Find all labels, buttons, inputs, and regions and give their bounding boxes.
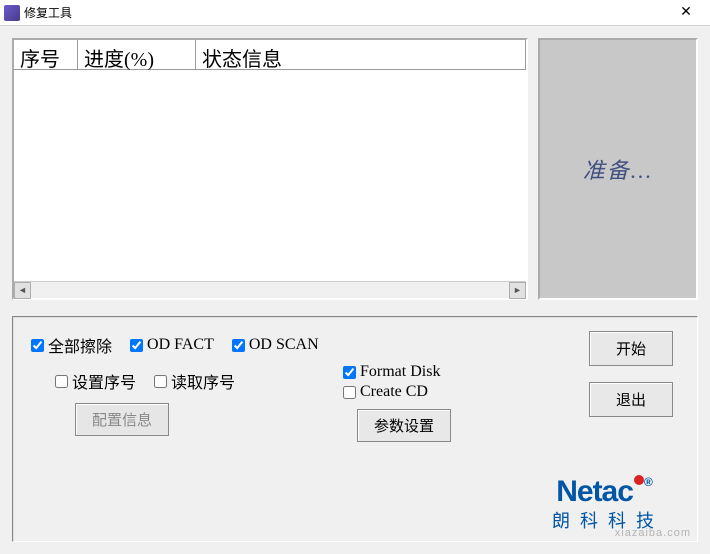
erase-all-input[interactable] (31, 339, 44, 352)
read-serial-label: 读取序号 (171, 369, 235, 393)
brand-name-text: Netac (556, 475, 633, 508)
set-serial-checkbox[interactable]: 设置序号 (55, 369, 136, 393)
brand-logo: Netac® 朗科科技 (529, 475, 679, 533)
close-icon: ✕ (680, 4, 692, 21)
od-scan-checkbox[interactable]: OD SCAN (232, 336, 319, 354)
erase-all-checkbox[interactable]: 全部擦除 (31, 333, 112, 357)
od-fact-input[interactable] (130, 339, 143, 352)
scroll-left-icon[interactable]: ◄ (14, 282, 31, 299)
client-area: 序号 进度(%) 状态信息 ◄ ► 准备... 全部擦除 OD FACT (0, 26, 710, 554)
watermark: xiazaiba.com (615, 527, 691, 539)
close-button[interactable]: ✕ (666, 1, 706, 25)
mid-column: Format Disk Create CD 参数设置 (343, 363, 451, 442)
set-serial-label: 设置序号 (72, 369, 136, 393)
titlebar: 修复工具 ✕ (0, 0, 710, 26)
format-disk-label: Format Disk (360, 363, 440, 381)
app-icon (4, 5, 20, 21)
top-row: 序号 进度(%) 状态信息 ◄ ► 准备... (12, 38, 698, 300)
config-row: 配置信息 (75, 403, 235, 436)
window-title: 修复工具 (24, 4, 666, 21)
od-fact-label: OD FACT (147, 336, 214, 354)
options-panel: 全部擦除 OD FACT OD SCAN 设置序号 读取序号 (12, 316, 698, 542)
left-column: 设置序号 读取序号 配置信息 (31, 357, 235, 436)
col-serial[interactable]: 序号 (14, 40, 78, 70)
read-serial-input[interactable] (154, 375, 167, 388)
h-scrollbar[interactable]: ◄ ► (14, 281, 526, 298)
table-body (14, 70, 526, 281)
format-disk-checkbox[interactable]: Format Disk (343, 363, 451, 381)
brand-name: Netac ® (529, 475, 679, 509)
brand-reg: ® (644, 475, 652, 489)
table-headers: 序号 进度(%) 状态信息 (14, 40, 526, 70)
status-text: 准备... (583, 153, 654, 185)
read-serial-checkbox[interactable]: 读取序号 (154, 369, 235, 393)
od-scan-input[interactable] (232, 339, 245, 352)
create-cd-checkbox[interactable]: Create CD (343, 383, 451, 401)
create-cd-label: Create CD (360, 383, 428, 401)
status-panel: 准备... (538, 38, 698, 300)
config-info-button: 配置信息 (75, 403, 169, 436)
format-disk-input[interactable] (343, 366, 356, 379)
brand-dot-icon (634, 475, 644, 485)
col-status[interactable]: 状态信息 (196, 40, 526, 70)
progress-table: 序号 进度(%) 状态信息 ◄ ► (12, 38, 528, 300)
od-fact-checkbox[interactable]: OD FACT (130, 336, 214, 354)
options-row-2: 设置序号 读取序号 (55, 369, 235, 393)
od-scan-label: OD SCAN (249, 336, 319, 354)
set-serial-input[interactable] (55, 375, 68, 388)
action-buttons: 开始 退出 (589, 331, 673, 417)
create-cd-input[interactable] (343, 386, 356, 399)
scroll-right-icon[interactable]: ► (509, 282, 526, 299)
options-row-1: 全部擦除 OD FACT OD SCAN (31, 333, 679, 357)
param-settings-button[interactable]: 参数设置 (357, 409, 451, 442)
col-progress[interactable]: 进度(%) (78, 40, 196, 70)
erase-all-label: 全部擦除 (48, 333, 112, 357)
exit-button[interactable]: 退出 (589, 382, 673, 417)
start-button[interactable]: 开始 (589, 331, 673, 366)
